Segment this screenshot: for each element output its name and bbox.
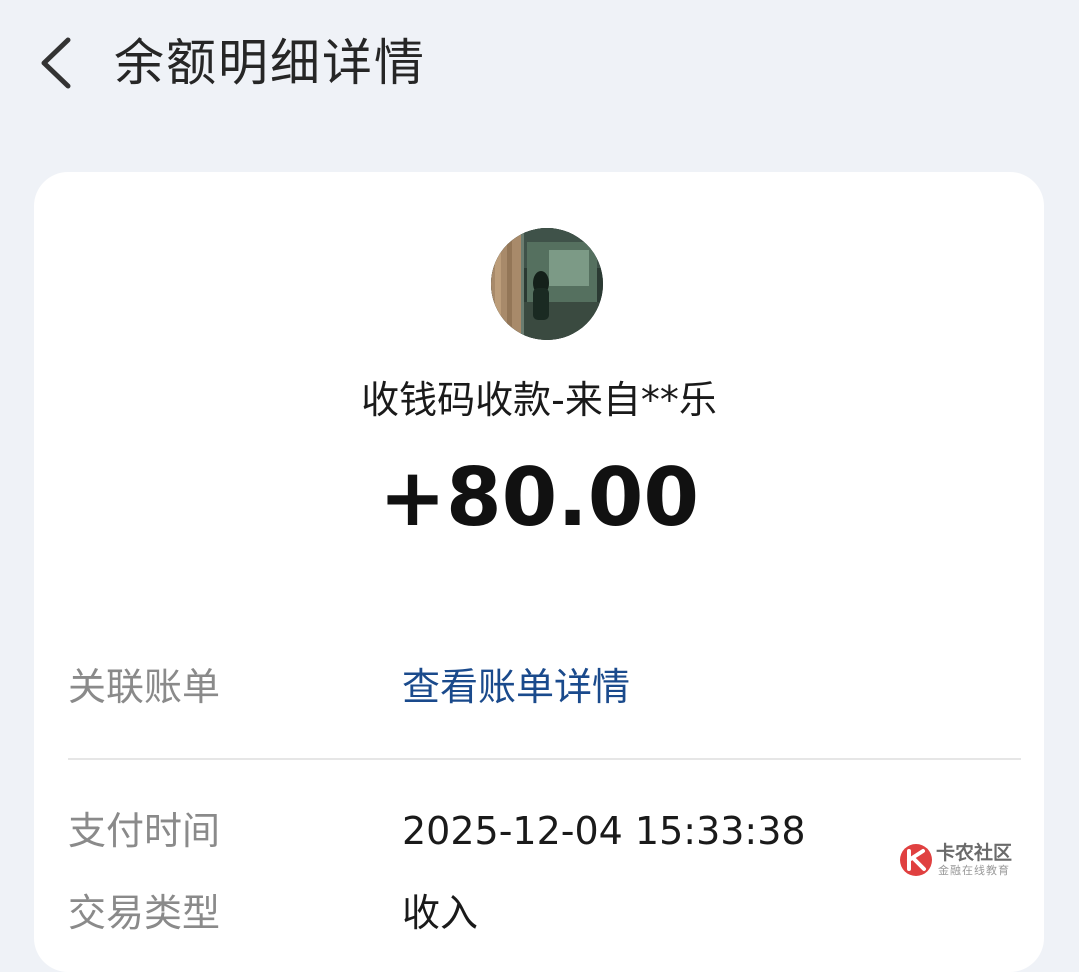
avatar	[491, 228, 603, 340]
watermark: 卡农社区 金融在线教育	[898, 840, 1022, 882]
view-bill-details-link[interactable]: 查看账单详情	[402, 662, 630, 712]
pay-time-label: 支付时间	[68, 809, 221, 853]
divider	[68, 758, 1021, 760]
watermark-subtitle: 金融在线教育	[938, 864, 1010, 877]
transaction-description: 收钱码收款-来自**乐	[361, 378, 717, 422]
related-bill-label: 关联账单	[68, 665, 221, 709]
watermark-logo-icon	[900, 844, 932, 876]
chevron-left-icon	[41, 37, 71, 89]
back-button[interactable]	[30, 30, 90, 96]
pay-time-value: 2025-12-04 15:33:38	[402, 809, 806, 853]
page-title: 余额明细详情	[114, 34, 426, 92]
watermark-title: 卡农社区	[936, 842, 1013, 864]
top-bar: 余额明细详情	[0, 0, 1079, 130]
transaction-amount: +80.00	[378, 451, 700, 544]
detail-card: 收钱码收款-来自**乐 +80.00 关联账单 查看账单详情 支付时间 2025…	[34, 172, 1044, 972]
